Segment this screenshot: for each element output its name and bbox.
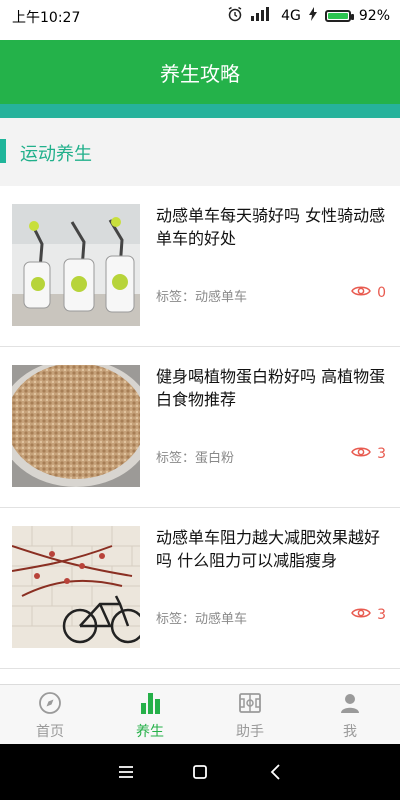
article-tag: 标签：动感单车 <box>156 612 248 627</box>
tab-label: 养生 <box>136 724 164 740</box>
tab-label: 首页 <box>36 724 64 740</box>
title-bar: 养生攻略 <box>0 40 400 104</box>
alarm-icon <box>227 6 243 26</box>
article-title: 动感单车阻力越大减肥效果越好吗 什么阻力可以减脂瘦身 <box>156 528 381 570</box>
exercise-bikes-photo <box>12 204 140 326</box>
status-bar: 上午10:27 4G 92% <box>0 0 400 40</box>
network-type: 4G <box>281 8 301 24</box>
battery-icon <box>324 10 354 22</box>
signal-icon <box>251 7 273 25</box>
view-count-value: 3 <box>377 446 386 462</box>
bicycle-photo <box>12 526 140 648</box>
back-icon[interactable] <box>264 760 288 784</box>
tab-label: 我 <box>343 724 357 740</box>
view-count-value: 0 <box>377 285 386 301</box>
page-title: 养生攻略 <box>160 62 240 86</box>
list-item[interactable]: 健身喝植物蛋白粉好吗 高植物蛋白食物推荐 标签：蛋白粉 3 <box>0 347 400 508</box>
menu-icon[interactable] <box>114 760 138 784</box>
view-count: 0 <box>351 284 386 302</box>
home-button-icon[interactable] <box>188 760 212 784</box>
compass-icon <box>38 691 62 719</box>
charging-icon <box>308 7 317 25</box>
tab-me[interactable]: 我 <box>300 685 400 745</box>
bar-chart-icon <box>138 691 162 719</box>
view-count: 3 <box>351 606 386 624</box>
article-title: 动感单车每天骑好吗 女性骑动感单车的好处 <box>156 206 386 248</box>
eye-icon <box>351 445 371 463</box>
article-title: 健身喝植物蛋白粉好吗 高植物蛋白食物推荐 <box>156 367 386 409</box>
section-header: 运动养生 <box>0 118 400 186</box>
eye-icon <box>351 284 371 302</box>
section-marker <box>0 139 6 163</box>
view-count: 3 <box>351 445 386 463</box>
battery-percent: 92% <box>358 8 390 24</box>
list-item[interactable]: 动感单车每天骑好吗 女性骑动感单车的好处 标签：动感单车 0 <box>0 186 400 347</box>
status-time: 上午10:27 <box>12 10 81 26</box>
grains-photo <box>12 365 140 487</box>
eye-icon <box>351 606 371 624</box>
list-item[interactable]: 动感单车阻力越大减肥效果越好吗 什么阻力可以减脂瘦身 标签：动感单车 3 <box>0 508 400 669</box>
tab-home[interactable]: 首页 <box>0 685 100 745</box>
status-icons: 4G 92% <box>227 6 390 26</box>
accent-strip <box>0 104 400 118</box>
system-nav-bar <box>0 744 400 800</box>
article-tag: 标签：蛋白粉 <box>156 451 235 466</box>
article-list: 动感单车每天骑好吗 女性骑动感单车的好处 标签：动感单车 0 健身喝植物蛋白粉好… <box>0 186 400 684</box>
section-title: 运动养生 <box>20 144 92 165</box>
tab-health[interactable]: 养生 <box>100 685 200 745</box>
user-icon <box>338 691 362 719</box>
tab-assistant[interactable]: 助手 <box>200 685 300 745</box>
bottom-tab-bar: 首页 养生 助手 我 <box>0 684 400 745</box>
view-count-value: 3 <box>377 607 386 623</box>
assistant-board-icon <box>238 691 262 719</box>
article-tag: 标签：动感单车 <box>156 290 248 305</box>
tab-label: 助手 <box>236 724 264 740</box>
